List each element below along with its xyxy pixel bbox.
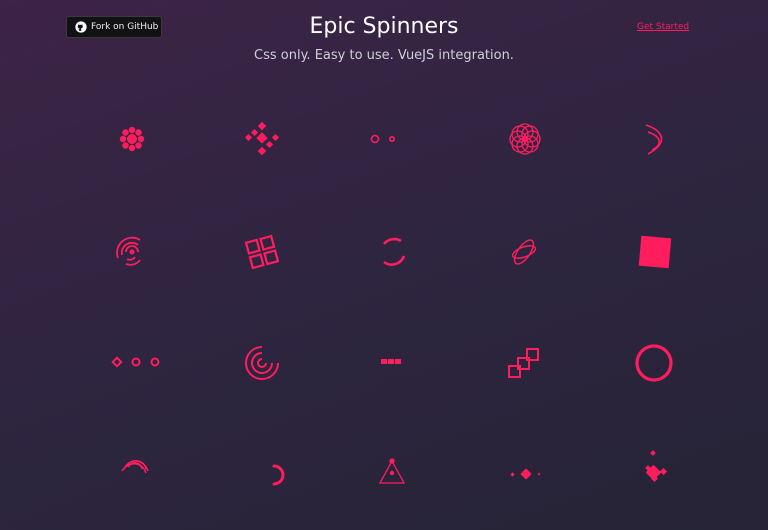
fingerprint-spinner[interactable] [102, 110, 162, 170]
fulfilling-square-spinner[interactable] [494, 445, 554, 505]
hollow-dots-spinner[interactable] [354, 110, 414, 170]
radar-spinner[interactable] [102, 222, 162, 282]
pixel-spinner[interactable] [362, 333, 422, 393]
breeding-rhombus-spinner[interactable] [362, 445, 422, 505]
trinity-rings-spinner[interactable] [232, 110, 292, 170]
looping-rhombuses-spinner[interactable] [624, 222, 684, 282]
rounded-semicircle-spinner[interactable] [244, 445, 304, 505]
page-subtitle: Css only. Easy to use. VueJS integration… [254, 48, 514, 63]
atom-spinner[interactable] [104, 445, 164, 505]
half-circle-spinner[interactable] [624, 333, 684, 393]
self-building-square-spinner[interactable] [494, 333, 554, 393]
get-started-link[interactable]: Get Started [637, 22, 689, 32]
semipolar-spinner[interactable] [362, 222, 422, 282]
circles-to-rhombuses-spinner[interactable] [104, 333, 164, 393]
swapping-squares-spinner[interactable] [232, 222, 292, 282]
spring-spinner[interactable] [232, 333, 292, 393]
orbit-spinner[interactable] [494, 222, 554, 282]
scaling-squares-spinner[interactable] [624, 445, 684, 505]
flower-spinner[interactable] [495, 110, 555, 170]
intersecting-circles-spinner[interactable] [624, 110, 684, 170]
